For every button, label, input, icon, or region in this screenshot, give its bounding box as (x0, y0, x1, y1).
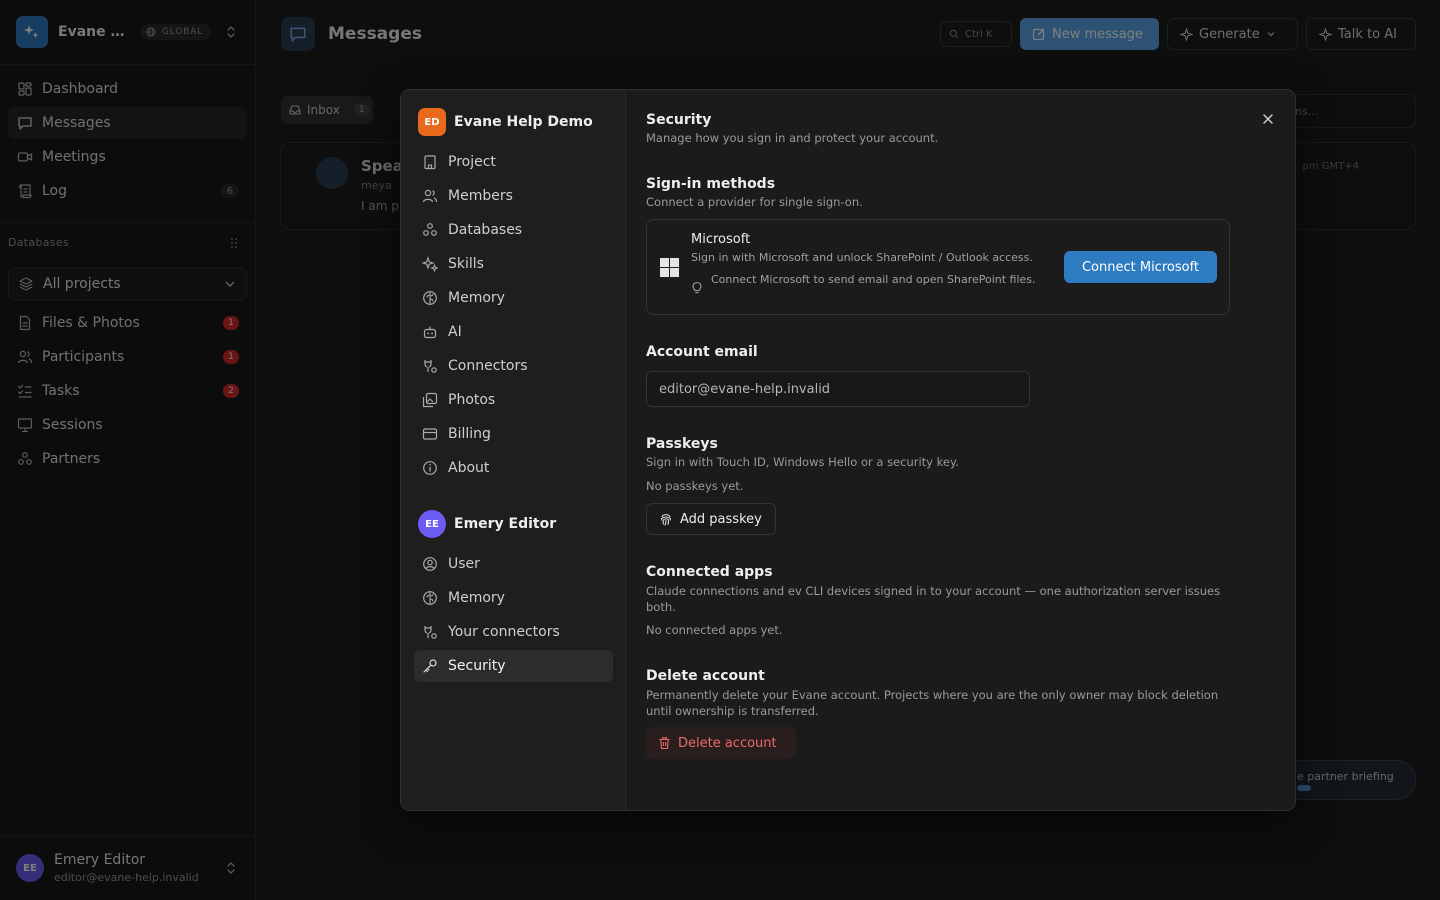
connect-microsoft-button[interactable]: Connect Microsoft (1064, 251, 1217, 283)
fingerprint-icon (660, 514, 672, 526)
account-email-heading: Account email (646, 344, 758, 360)
settings-item-label: Connectors (448, 358, 528, 374)
settings-item-about[interactable]: About (414, 452, 613, 484)
info-icon (423, 461, 437, 475)
settings-item-memory[interactable]: Memory (414, 282, 613, 314)
settings-nav: ED Evane Help Demo Project Members Datab… (401, 90, 626, 810)
signin-methods-desc: Connect a provider for single sign-on. (646, 195, 863, 209)
settings-item-label: Your connectors (448, 624, 560, 640)
sparkles-icon (422, 256, 438, 272)
delete-account-heading: Delete account (646, 668, 765, 684)
project-group-name: Evane Help Demo (454, 114, 593, 130)
brain-icon (423, 291, 437, 305)
settings-item-label: Security (448, 658, 506, 674)
key-icon (423, 659, 437, 673)
add-passkey-button[interactable]: Add passkey (646, 503, 776, 535)
images-icon (422, 392, 438, 408)
settings-item-label: Memory (448, 290, 505, 306)
connected-apps-heading: Connected apps (646, 564, 773, 580)
add-passkey-label: Add passkey (680, 511, 762, 527)
project-group-header: ED Evane Help Demo (418, 108, 593, 136)
plug-icon (424, 626, 437, 639)
delete-account-button[interactable]: Delete account (646, 727, 796, 759)
user-group-header: EE Emery Editor (418, 510, 556, 538)
settings-item-ai[interactable]: AI (414, 316, 613, 348)
provider-tip: Connect Microsoft to send email and open… (711, 273, 1036, 286)
settings-item-skills[interactable]: Skills (414, 248, 613, 280)
settings-item-label: AI (448, 324, 462, 340)
building-icon (424, 155, 436, 170)
settings-item-your-connectors[interactable]: Your connectors (414, 616, 613, 648)
security-panel: Security Manage how you sign in and prot… (646, 90, 1286, 810)
settings-item-members[interactable]: Members (414, 180, 613, 212)
avatar: EE (418, 510, 446, 538)
trash-icon (659, 737, 670, 750)
settings-item-photos[interactable]: Photos (414, 384, 613, 416)
signin-methods-heading: Sign-in methods (646, 176, 776, 192)
passkeys-desc: Sign in with Touch ID, Windows Hello or … (646, 455, 959, 469)
microsoft-provider-card: Microsoft Sign in with Microsoft and unl… (646, 219, 1230, 315)
email-field[interactable]: editor@evane-help.invalid (646, 371, 1030, 407)
provider-description: Sign in with Microsoft and unlock ShareP… (691, 251, 1033, 264)
user-circle-icon (423, 557, 437, 571)
project-avatar: ED (418, 108, 446, 136)
settings-item-label: Memory (448, 590, 505, 606)
settings-item-label: Members (448, 188, 513, 204)
settings-item-label: Skills (448, 256, 484, 272)
settings-item-project[interactable]: Project (414, 146, 613, 178)
windows-logo-icon (660, 258, 679, 277)
lightbulb-icon (692, 281, 702, 294)
settings-item-security[interactable]: Security (414, 650, 613, 682)
settings-item-label: Project (448, 154, 496, 170)
settings-item-label: User (448, 556, 480, 572)
passkeys-heading: Passkeys (646, 436, 718, 452)
panel-title: Security (646, 112, 712, 128)
robot-icon (423, 326, 437, 339)
settings-item-label: Databases (448, 222, 523, 238)
settings-item-label: About (448, 460, 490, 476)
plug-icon (424, 360, 437, 373)
settings-item-databases[interactable]: Databases (414, 214, 613, 246)
settings-item-label: Billing (448, 426, 491, 442)
provider-name: Microsoft (691, 232, 751, 247)
settings-item-connectors[interactable]: Connectors (414, 350, 613, 382)
cubes-icon (423, 223, 437, 236)
settings-modal: ED Evane Help Demo Project Members Datab… (400, 89, 1296, 811)
settings-item-user-memory[interactable]: Memory (414, 582, 613, 614)
connected-apps-desc: Claude connections and ev CLI devices si… (646, 584, 1221, 614)
credit-card-icon (422, 428, 438, 440)
brain-icon (423, 591, 437, 605)
settings-item-billing[interactable]: Billing (414, 418, 613, 450)
delete-account-label: Delete account (678, 735, 777, 751)
passkeys-empty: No passkeys yet. (646, 479, 744, 493)
settings-item-label: Photos (448, 392, 496, 408)
connected-apps-empty: No connected apps yet. (646, 623, 783, 637)
panel-subtitle: Manage how you sign in and protect your … (646, 131, 939, 145)
settings-item-user[interactable]: User (414, 548, 613, 580)
users-icon (422, 189, 438, 203)
user-group-name: Emery Editor (454, 516, 557, 532)
delete-account-desc: Permanently delete your Evane account. P… (646, 688, 1219, 718)
